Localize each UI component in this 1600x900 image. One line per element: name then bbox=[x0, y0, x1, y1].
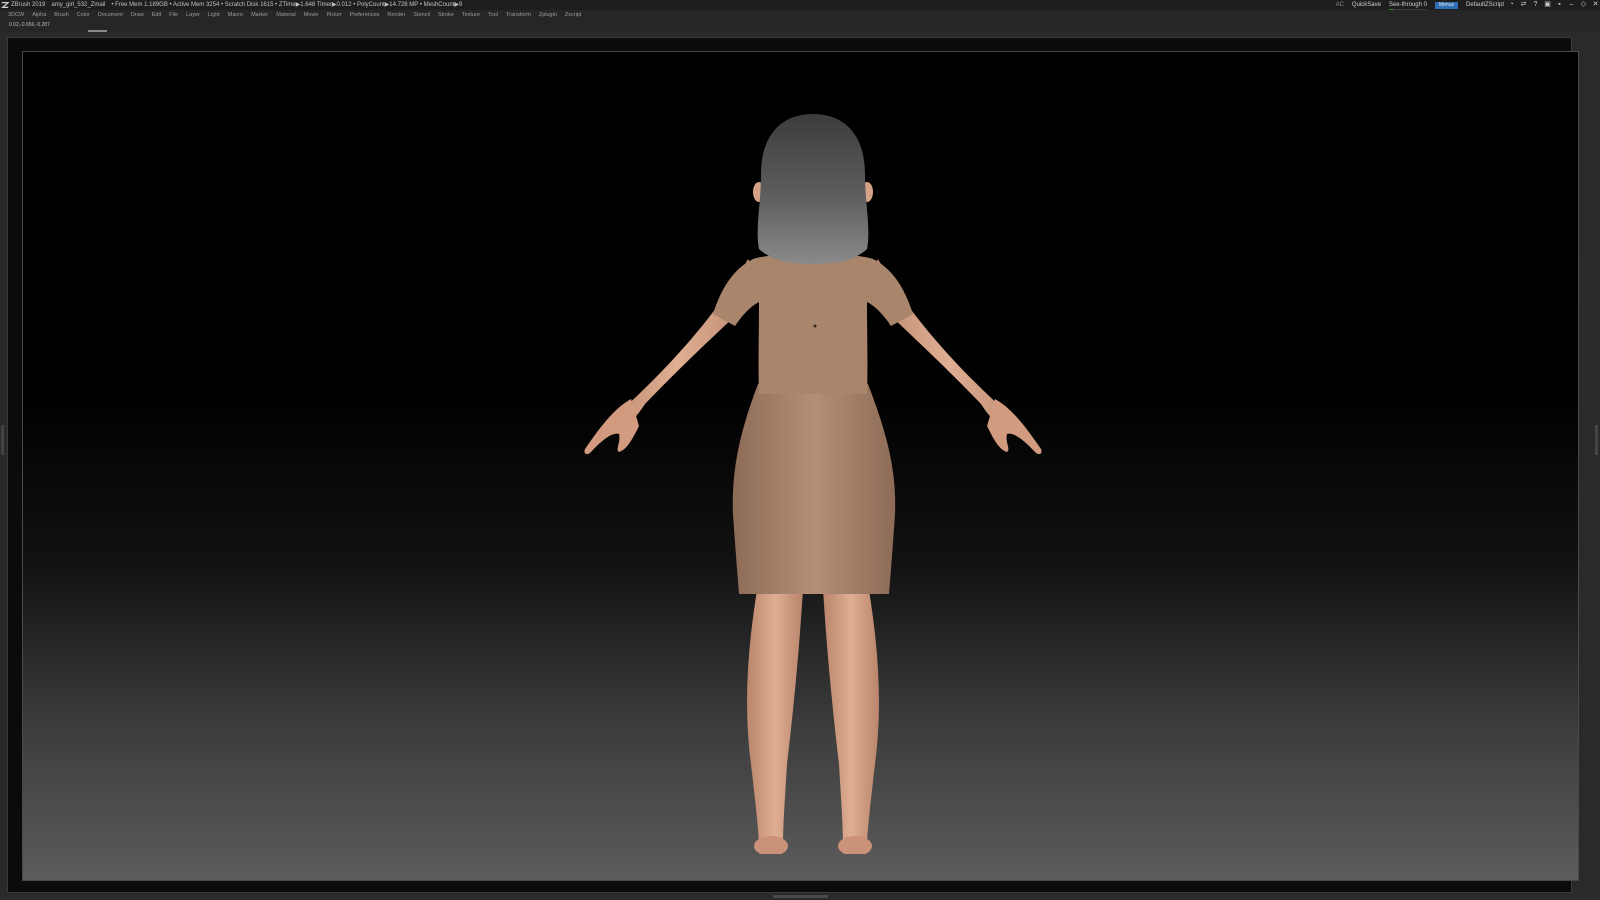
menu-item-material[interactable]: Material bbox=[276, 10, 296, 21]
menu-item-transform[interactable]: Transform bbox=[506, 10, 531, 21]
menu-item-preferences[interactable]: Preferences bbox=[350, 10, 380, 21]
menu-item-layer[interactable]: Layer bbox=[186, 10, 200, 21]
menu-item-zplugin[interactable]: Zplugin bbox=[539, 10, 557, 21]
menu-item-stencil[interactable]: Stencil bbox=[413, 10, 430, 21]
layout-icon[interactable]: ▣ bbox=[1543, 1, 1552, 9]
document-canvas[interactable] bbox=[22, 51, 1579, 881]
seethrough-slider[interactable]: See-through 0 bbox=[1388, 0, 1427, 11]
seethrough-value: 0 bbox=[1423, 1, 1427, 8]
lock-icon[interactable]: ▪ bbox=[1555, 1, 1564, 9]
minimize-icon[interactable]: – bbox=[1567, 1, 1576, 9]
menu-item-render[interactable]: Render bbox=[387, 10, 405, 21]
menu-bar: 3DCW Alpha Brush Color Document Draw Edit File L… bbox=[0, 10, 1600, 21]
zbrush-logo-icon bbox=[1, 2, 9, 8]
right-tray-handle[interactable] bbox=[1595, 425, 1598, 455]
default-script-button[interactable]: DefaultZScript bbox=[1466, 0, 1504, 10]
shirt bbox=[713, 253, 913, 394]
menu-item-texture[interactable]: Texture bbox=[462, 10, 480, 21]
palette-popup-icon[interactable]: ◔ bbox=[1507, 1, 1516, 9]
menu-item-file[interactable]: File bbox=[169, 10, 178, 21]
menu-item-edit[interactable]: Edit bbox=[152, 10, 161, 21]
coordinate-readout: 0.02,-0.656,-0.287 bbox=[9, 22, 50, 28]
menu-item-brush[interactable]: Brush bbox=[54, 10, 68, 21]
memory-stats: • Free Mem 1.189GB • Active Mem 3254 • S… bbox=[111, 2, 463, 8]
menu-item-marker[interactable]: Marker bbox=[251, 10, 268, 21]
menus-button[interactable]: Menus bbox=[1434, 1, 1458, 9]
maximize-icon[interactable]: ◇ bbox=[1579, 1, 1588, 9]
menu-item-tool[interactable]: Tool bbox=[488, 10, 498, 21]
title-bar: ZBrush 2019 amy_girl_532_Zmail • Free Me… bbox=[0, 0, 1600, 11]
bottom-tray-handle[interactable] bbox=[773, 895, 828, 898]
menu-item-picker[interactable]: Picker bbox=[326, 10, 341, 21]
hair bbox=[757, 114, 869, 264]
palette-tab-marker[interactable] bbox=[88, 30, 107, 32]
menu-item-document[interactable]: Document bbox=[98, 10, 123, 21]
close-icon[interactable]: ✕ bbox=[1591, 1, 1600, 9]
menu-item-macro[interactable]: Macro bbox=[228, 10, 243, 21]
seethrough-label: See-through bbox=[1388, 1, 1422, 8]
coordinate-readout-row: 0.02,-0.656,-0.287 bbox=[0, 21, 1600, 32]
menu-item-color[interactable]: Color bbox=[77, 10, 90, 21]
menu-item-stroke[interactable]: Stroke bbox=[438, 10, 454, 21]
ac-button[interactable]: AC bbox=[1336, 0, 1344, 10]
menu-item-alpha[interactable]: Alpha bbox=[32, 10, 46, 21]
right-leg bbox=[823, 584, 879, 846]
right-hand bbox=[987, 399, 1042, 455]
menu-item-movie[interactable]: Movie bbox=[304, 10, 319, 21]
titlebar-controls: AC QuickSave See-through 0 Menus Default… bbox=[1328, 0, 1600, 11]
quicksave-button[interactable]: QuickSave bbox=[1352, 0, 1381, 10]
3d-model-character[interactable] bbox=[563, 64, 1063, 854]
left-leg bbox=[747, 584, 803, 846]
menu-item-draw[interactable]: Draw bbox=[131, 10, 144, 21]
menu-item-3dcw[interactable]: 3DCW bbox=[8, 10, 24, 21]
help-icon[interactable]: ? bbox=[1531, 1, 1540, 9]
left-tray-handle[interactable] bbox=[1, 425, 4, 455]
menu-item-light[interactable]: Light bbox=[208, 10, 220, 21]
app-name: ZBrush 2019 bbox=[11, 2, 46, 8]
document-frame bbox=[7, 37, 1579, 893]
skirt bbox=[732, 384, 896, 594]
interface-swap-icon[interactable]: ⇄ bbox=[1519, 1, 1528, 9]
left-hand bbox=[584, 399, 639, 455]
menu-item-zscript[interactable]: Zscript bbox=[565, 10, 582, 21]
file-name: amy_girl_532_Zmail bbox=[51, 2, 106, 8]
